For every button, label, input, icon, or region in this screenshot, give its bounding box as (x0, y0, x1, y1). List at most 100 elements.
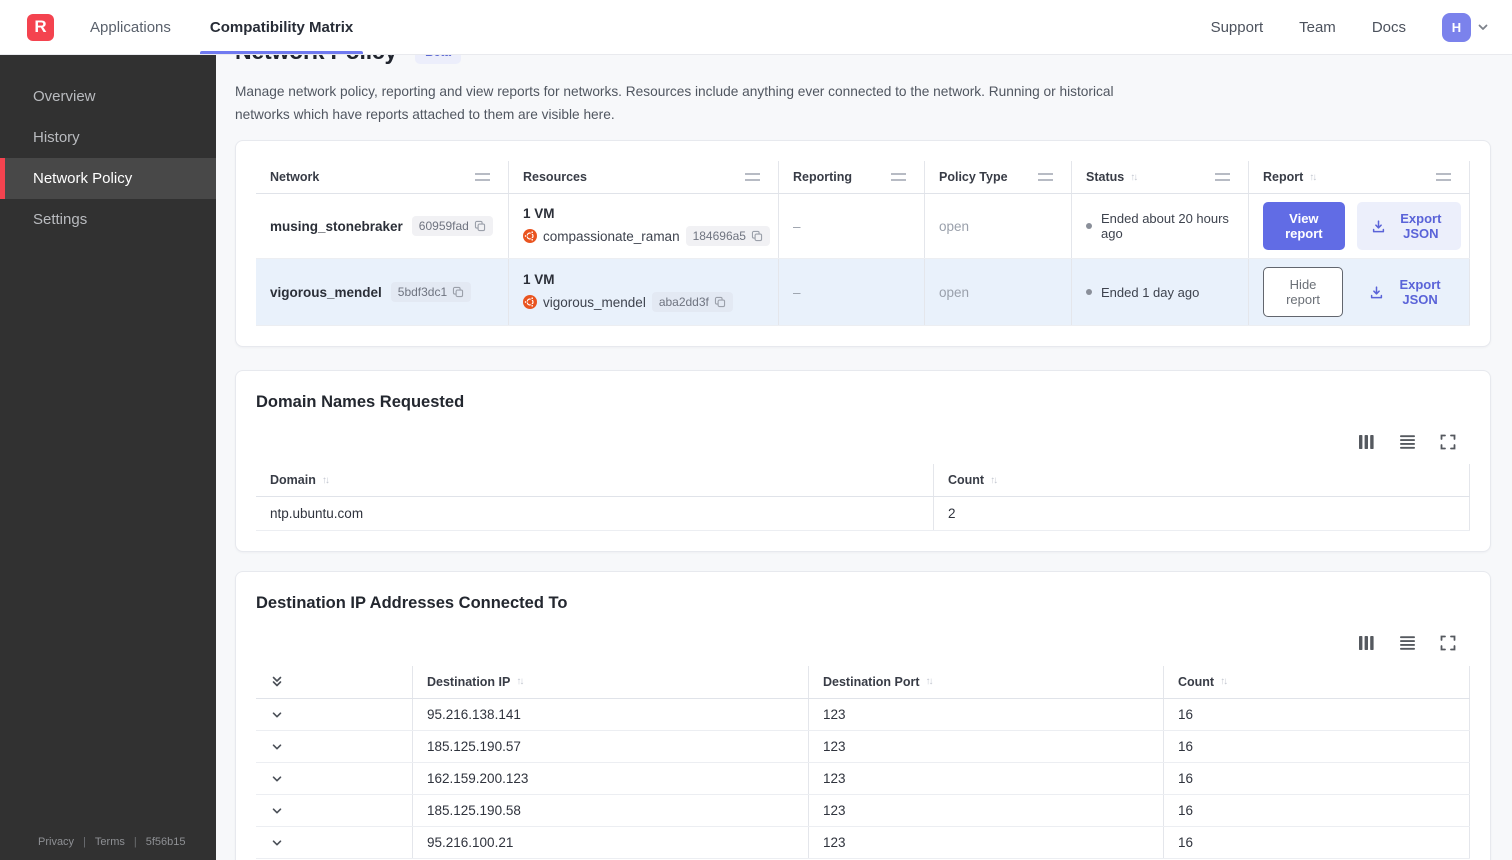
copy-icon[interactable] (751, 230, 763, 242)
count-cell: 16 (1163, 699, 1470, 731)
column-header-reporting[interactable]: Reporting (778, 161, 924, 194)
column-header-status[interactable]: Status ↑↓ (1071, 161, 1248, 194)
status-dot (1086, 289, 1092, 296)
column-header-destination-ip[interactable]: Destination IP ↑↓ (412, 665, 808, 698)
app-logo[interactable]: R (27, 13, 54, 41)
status-cell: Ended about 20 hours ago (1071, 194, 1248, 259)
vm-id-badge[interactable]: 184696a5 (685, 226, 770, 247)
destination-port-cell: 123 (808, 763, 1163, 795)
destination-table-row[interactable]: 162.159.200.123 123 16 (256, 763, 1470, 796)
density-icon[interactable] (1399, 434, 1416, 450)
destinations-card: Destination IP Addresses Connected To De… (235, 571, 1491, 860)
nav-link-docs[interactable]: Docs (1372, 19, 1406, 36)
column-resize-handle[interactable] (1436, 173, 1451, 182)
report-button[interactable]: View report (1263, 202, 1345, 251)
export-json-button[interactable]: Export JSON (1356, 202, 1461, 251)
columns-icon[interactable] (1358, 434, 1375, 450)
fullscreen-icon[interactable] (1440, 635, 1456, 651)
sidebar-item-settings[interactable]: Settings (0, 199, 216, 240)
domain-cell: ntp.ubuntu.com (270, 506, 364, 522)
domain-table-row[interactable]: ntp.ubuntu.com 2 (256, 497, 1470, 532)
networks-card: Network Resources Reporting Policy Type … (235, 140, 1491, 348)
nav-tab-compatibility-matrix[interactable]: Compatibility Matrix (199, 0, 364, 54)
sort-icon[interactable]: ↑↓ (990, 475, 998, 486)
network-id-badge[interactable]: 5bdf3dc1 (390, 282, 472, 303)
copy-icon[interactable] (714, 296, 726, 308)
sort-icon[interactable]: ↑↓ (1220, 676, 1228, 687)
vm-id-badge[interactable]: aba2dd3f (651, 292, 733, 313)
vm-name: compassionate_raman (543, 228, 680, 244)
count-cell: 16 (1163, 827, 1470, 859)
column-resize-handle[interactable] (1038, 173, 1053, 182)
column-header-destination-port[interactable]: Destination Port ↑↓ (808, 665, 1163, 698)
domains-card: Domain Names Requested Domain ↑↓ Count ↑… (235, 370, 1491, 553)
nav-link-team[interactable]: Team (1299, 19, 1336, 36)
resources-cell: 1 VM vigorous_mendel aba2dd3f (508, 259, 778, 326)
copy-icon[interactable] (474, 220, 486, 232)
chevron-down-icon[interactable] (270, 740, 284, 754)
sort-icon[interactable]: ↑↓ (1309, 172, 1317, 183)
terms-link[interactable]: Terms (95, 836, 125, 848)
sort-icon[interactable]: ↑↓ (926, 676, 934, 687)
network-name: vigorous_mendel (270, 284, 382, 300)
destination-port-cell: 123 (808, 731, 1163, 763)
nav-tab-applications[interactable]: Applications (88, 0, 173, 54)
network-table-row[interactable]: musing_stonebraker 60959fad 1 VM compass… (256, 194, 1470, 260)
destination-table-row[interactable]: 185.125.190.58 123 16 (256, 795, 1470, 828)
sort-icon[interactable]: ↑↓ (322, 475, 330, 486)
domains-table-header: Domain ↑↓ Count ↑↓ (256, 464, 1470, 498)
column-header-policy-type[interactable]: Policy Type (924, 161, 1071, 194)
report-button[interactable]: Hide report (1263, 267, 1344, 318)
column-header-report[interactable]: Report ↑↓ (1248, 161, 1470, 194)
sidebar-item-history[interactable]: History (0, 117, 216, 158)
sort-icon[interactable]: ↑↓ (1130, 172, 1138, 183)
network-name: musing_stonebraker (270, 218, 403, 234)
destination-ip-cell: 162.159.200.123 (412, 763, 808, 795)
chevron-down-icon[interactable] (270, 772, 284, 786)
download-icon (1371, 219, 1386, 234)
expand-cell (256, 827, 412, 858)
network-id-badge[interactable]: 60959fad (411, 216, 493, 237)
privacy-link[interactable]: Privacy (38, 836, 74, 848)
column-header-network[interactable]: Network (256, 161, 508, 193)
count-cell: 2 (933, 497, 1470, 531)
destination-table-row[interactable]: 185.125.190.57 123 16 (256, 731, 1470, 764)
columns-icon[interactable] (1358, 635, 1375, 651)
nav-link-support[interactable]: Support (1211, 19, 1264, 36)
expand-all-icon[interactable] (270, 674, 284, 689)
user-avatar[interactable]: H (1442, 12, 1471, 42)
destination-table-row[interactable]: 95.216.138.141 123 16 (256, 699, 1470, 732)
column-resize-handle[interactable] (475, 173, 490, 182)
column-resize-handle[interactable] (1215, 173, 1230, 182)
fullscreen-icon[interactable] (1440, 434, 1456, 450)
destination-port-cell: 123 (808, 699, 1163, 731)
copy-icon[interactable] (452, 286, 464, 298)
destinations-card-title: Destination IP Addresses Connected To (256, 594, 568, 613)
column-header-count[interactable]: Count ↑↓ (1163, 665, 1470, 698)
chevron-down-icon[interactable] (270, 804, 284, 818)
chevron-down-icon[interactable] (1476, 20, 1490, 34)
ubuntu-icon (523, 229, 537, 244)
destination-ip-cell: 95.216.138.141 (412, 699, 808, 731)
sidebar-item-overview[interactable]: Overview (0, 76, 216, 117)
chevron-down-icon[interactable] (270, 836, 284, 850)
network-table-row[interactable]: vigorous_mendel 5bdf3dc1 1 VM vigorous_m… (256, 259, 1470, 327)
status-cell: Ended 1 day ago (1071, 259, 1248, 326)
sidebar-item-network-policy[interactable]: Network Policy (0, 158, 216, 199)
download-icon (1369, 285, 1384, 300)
expand-cell (256, 795, 412, 826)
column-resize-handle[interactable] (891, 173, 906, 182)
sort-icon[interactable]: ↑↓ (516, 676, 524, 687)
count-cell: 16 (1163, 731, 1470, 763)
destination-table-row[interactable]: 95.216.100.21 123 16 (256, 827, 1470, 860)
column-header-count[interactable]: Count ↑↓ (933, 464, 1470, 497)
domains-card-title: Domain Names Requested (256, 393, 465, 412)
column-header-domain[interactable]: Domain ↑↓ (256, 464, 933, 496)
chevron-down-icon[interactable] (270, 708, 284, 722)
sidebar-nav: Overview History Network Policy Settings (0, 55, 216, 240)
page-description: Manage network policy, reporting and vie… (235, 84, 1114, 123)
column-resize-handle[interactable] (745, 173, 760, 182)
column-header-resources[interactable]: Resources (508, 161, 778, 194)
density-icon[interactable] (1399, 635, 1416, 651)
export-json-button[interactable]: Export JSON (1355, 268, 1461, 316)
